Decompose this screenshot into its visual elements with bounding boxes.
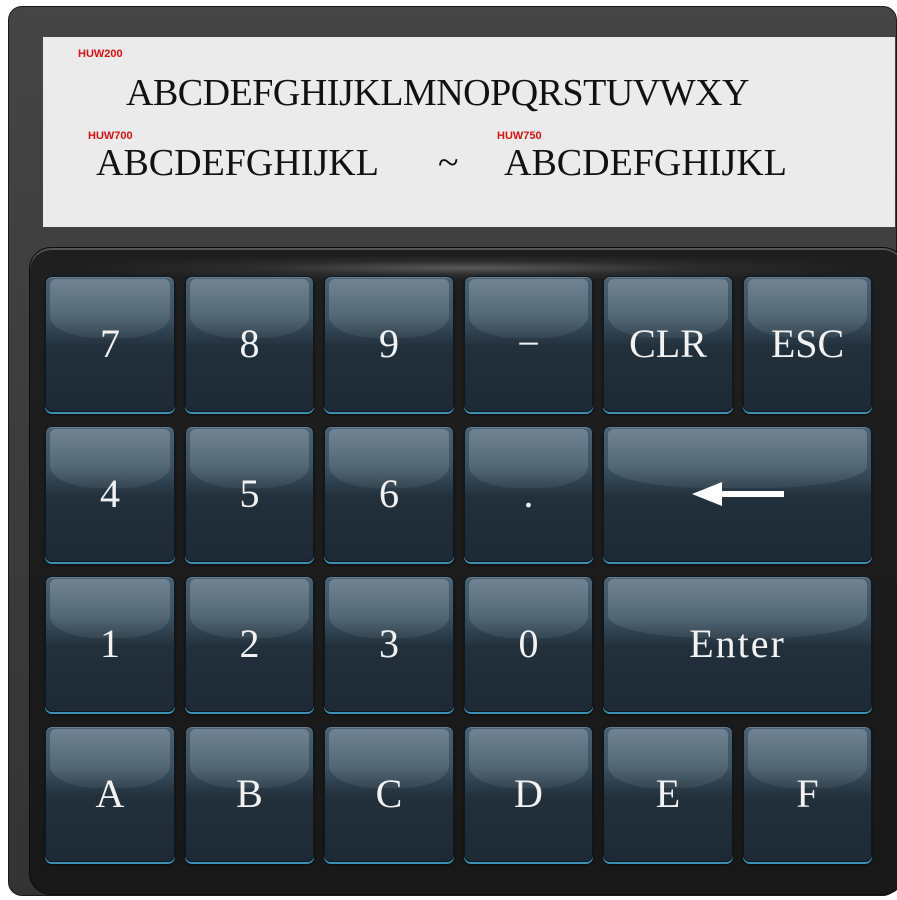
- key-e-label: E: [655, 771, 681, 816]
- key-b-label: B: [236, 771, 263, 816]
- esc-button[interactable]: ESC: [743, 276, 872, 412]
- key-0-label: 0: [518, 621, 539, 666]
- key-3-label: 3: [379, 621, 399, 666]
- key-9[interactable]: 9: [324, 276, 454, 412]
- esc-button-label: ESC: [770, 321, 845, 366]
- key-8[interactable]: 8: [185, 276, 314, 412]
- key-2-label: 2: [239, 621, 260, 666]
- key-c-label: C: [375, 771, 403, 816]
- key-9-label: 9: [379, 321, 399, 366]
- key-f[interactable]: F: [743, 726, 872, 862]
- line2-left-text: ABCDEFGHIJKL: [96, 142, 379, 184]
- key-1-label: 1: [100, 621, 120, 666]
- key-f-label: F: [796, 771, 819, 816]
- line1-tag: HUW200: [78, 48, 123, 60]
- line2-left-tag: HUW700: [88, 130, 133, 142]
- line1-text: ABCDEFGHIJKLMNOPQRSTUVWXY: [126, 72, 749, 114]
- key-d-label: D: [514, 771, 543, 816]
- key-b[interactable]: B: [185, 726, 314, 862]
- line2-right-text: ABCDEFGHIJKL: [504, 142, 787, 184]
- key-minus-label: −: [517, 321, 540, 366]
- key-8-label: 8: [239, 321, 260, 366]
- clr-button-label: CLR: [629, 321, 707, 366]
- enter-button-label: Enter: [689, 621, 786, 666]
- key-dot-label: .: [523, 471, 534, 516]
- left-arrow-icon: [691, 471, 784, 518]
- key-a-label: A: [95, 771, 125, 816]
- key-6[interactable]: 6: [324, 426, 454, 562]
- key-d[interactable]: D: [464, 726, 593, 862]
- key-e[interactable]: E: [603, 726, 733, 862]
- enter-button[interactable]: Enter: [603, 576, 872, 712]
- key-0[interactable]: 0: [464, 576, 593, 712]
- display-panel: [43, 37, 895, 227]
- key-7-label: 7: [100, 321, 120, 366]
- key-5[interactable]: 5: [185, 426, 314, 562]
- line2-right-tag: HUW750: [497, 130, 542, 142]
- clr-button[interactable]: CLR: [603, 276, 733, 412]
- key-4[interactable]: 4: [45, 426, 175, 562]
- key-a[interactable]: A: [45, 726, 175, 862]
- key-4-label: 4: [100, 471, 120, 516]
- key-1[interactable]: 1: [45, 576, 175, 712]
- backspace-button[interactable]: [603, 426, 872, 562]
- key-2[interactable]: 2: [185, 576, 314, 712]
- key-7[interactable]: 7: [45, 276, 175, 412]
- key-minus[interactable]: −: [464, 276, 593, 412]
- key-5-label: 5: [239, 471, 260, 516]
- key-dot[interactable]: .: [464, 426, 593, 562]
- line2-separator: ~: [438, 142, 459, 184]
- key-c[interactable]: C: [324, 726, 454, 862]
- key-3[interactable]: 3: [324, 576, 454, 712]
- key-6-label: 6: [379, 471, 399, 516]
